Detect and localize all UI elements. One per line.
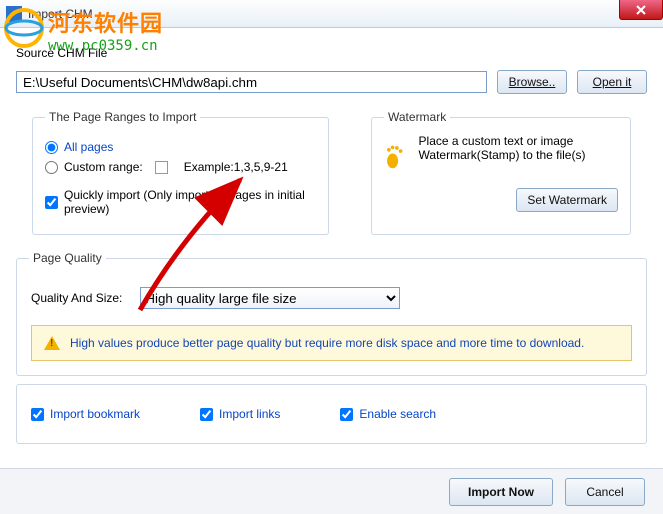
open-button[interactable]: Open it [577, 70, 647, 94]
titlebar: Import CHM [0, 0, 663, 28]
source-row: Browse.. Open it [16, 70, 647, 94]
cancel-button[interactable]: Cancel [565, 478, 645, 506]
checkbox-quick-import[interactable] [45, 196, 58, 209]
quality-info-box: High values produce better page quality … [31, 325, 632, 361]
ranges-group: The Page Ranges to Import All pages Cust… [32, 110, 329, 235]
quality-label: Quality And Size: [31, 291, 122, 305]
watermark-group: Watermark Place a custom text or image W… [371, 110, 631, 235]
label-enable-search: Enable search [359, 407, 436, 421]
warning-icon [44, 336, 60, 350]
checkbox-import-bookmark[interactable] [31, 408, 44, 421]
checkbox-enable-search[interactable] [340, 408, 353, 421]
quality-legend: Page Quality [29, 251, 106, 265]
dialog-footer: Import Now Cancel [0, 468, 663, 514]
close-icon [636, 5, 646, 15]
radio-all-pages[interactable] [45, 141, 58, 154]
label-import-links: Import links [219, 407, 280, 421]
custom-range-input[interactable] [155, 161, 168, 174]
quality-group: Page Quality Quality And Size: High qual… [16, 251, 647, 376]
source-legend: Source CHM File [16, 46, 647, 60]
quality-select[interactable]: High quality large file size [140, 287, 400, 309]
label-all-pages: All pages [64, 140, 113, 154]
radio-custom-range[interactable] [45, 161, 58, 174]
import-now-button[interactable]: Import Now [449, 478, 553, 506]
browse-button[interactable]: Browse.. [497, 70, 567, 94]
window-title: Import CHM [28, 7, 657, 21]
label-custom-range: Custom range: [64, 160, 143, 174]
ranges-legend: The Page Ranges to Import [45, 110, 200, 124]
quality-info-text: High values produce better page quality … [70, 336, 584, 350]
watermark-desc: Place a custom text or image Watermark(S… [419, 134, 618, 162]
checkbox-import-links[interactable] [200, 408, 213, 421]
options-group: Import bookmark Import links Enable sear… [16, 384, 647, 444]
label-import-bookmark: Import bookmark [50, 407, 140, 421]
source-path-input[interactable] [16, 71, 487, 93]
custom-range-example: Example:1,3,5,9-21 [184, 160, 288, 174]
close-button[interactable] [619, 0, 663, 20]
label-quick-import: Quickly import (Only import 10 pages in … [64, 188, 316, 216]
footprint-icon [384, 134, 409, 178]
watermark-legend: Watermark [384, 110, 450, 124]
set-watermark-button[interactable]: Set Watermark [516, 188, 618, 212]
app-icon [6, 6, 22, 22]
